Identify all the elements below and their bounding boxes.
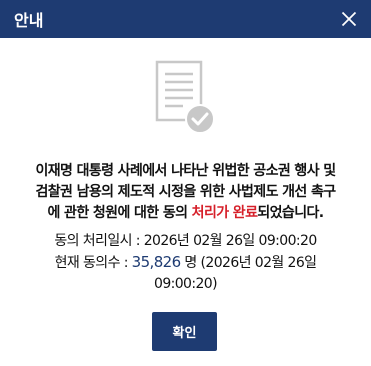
document-check-icon <box>155 60 217 136</box>
agreement-info: 동의 처리일시 : 2026년 02월 26일 09:00:20 현재 동의수 … <box>0 231 371 295</box>
processed-datetime: 동의 처리일시 : 2026년 02월 26일 09:00:20 <box>54 233 317 249</box>
current-count-time: 09:00:20) <box>154 276 218 292</box>
message-line-3-prefix: 에 관한 청원에 대한 동의 <box>47 205 192 221</box>
dialog-title: 안내 <box>14 11 44 30</box>
current-count-suffix: 명 (2026년 02월 26일 <box>180 255 317 271</box>
completion-message: 이재명 대통령 사례에서 나타난 위법한 공소권 행사 및 검찰권 남용의 제도… <box>0 161 371 224</box>
current-count-value: 35,826 <box>131 253 181 271</box>
confirm-button[interactable]: 확인 <box>152 312 217 351</box>
notice-dialog: 안내 이재명 대통령 사례에서 나타난 위법한 공소권 행사 및 검찰권 남용의… <box>0 0 371 366</box>
message-line-1: 이재명 대통령 사례에서 나타난 위법한 공소권 행사 및 <box>35 163 336 179</box>
current-agreement-count: 현재 동의수 : 35,826 명 (2026년 02월 26일 <box>0 252 371 274</box>
completion-highlight: 처리가 완료 <box>191 205 258 221</box>
message-line-2: 검찰권 남용의 제도적 시정을 위한 사법제도 개선 촉구 <box>35 184 336 200</box>
dialog-header: 안내 <box>0 0 371 38</box>
current-count-label: 현재 동의수 : <box>54 255 132 271</box>
message-line-3: 에 관한 청원에 대한 동의 처리가 완료되었습니다. <box>0 203 371 224</box>
message-line-3-suffix: 되었습니다. <box>257 205 324 221</box>
close-icon[interactable] <box>339 9 359 29</box>
